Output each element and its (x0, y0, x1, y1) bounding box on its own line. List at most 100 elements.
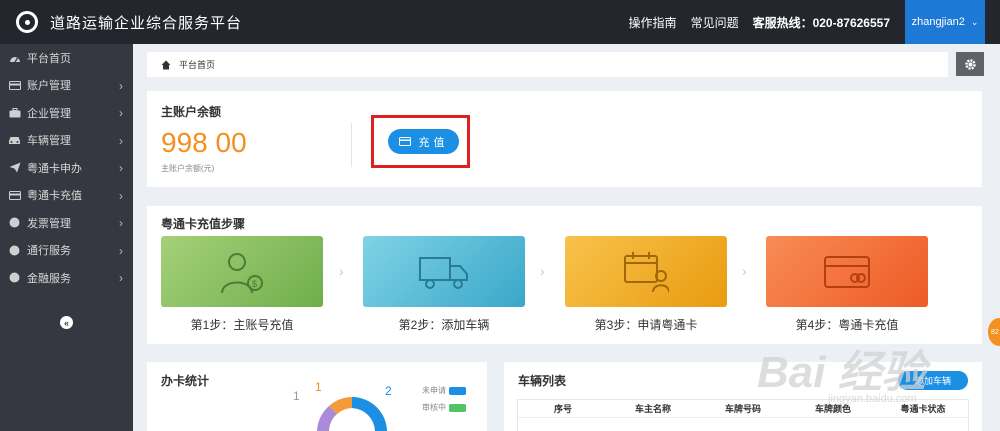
column-header: 序号 (553, 404, 572, 414)
sidebar-item-account[interactable]: 账户管理 › (0, 72, 133, 100)
stats-donut (317, 397, 387, 431)
vehicles-title: 车辆列表 (518, 374, 567, 388)
hotline: 客服热线：020-87626557 (752, 15, 890, 30)
legend-item: 审核中 (422, 402, 466, 413)
sidebar-item-home[interactable]: 平台首页 (0, 44, 133, 72)
briefcase-icon (8, 107, 21, 118)
sidebar-item-label: 账户管理 (27, 80, 71, 93)
sidebar-item-label: 通行服务 (27, 245, 71, 258)
legend-label: 审核中 (422, 403, 446, 412)
float-badge[interactable]: 82 (988, 318, 1000, 346)
person-money-icon: $ (221, 252, 263, 293)
table-header: 序号 车主名称 车牌号码 车牌颜色 粤通卡状态 (518, 400, 968, 418)
donut-label: 1 (293, 389, 300, 403)
step-2-card[interactable] (363, 236, 525, 307)
legend-label: 未申请 (422, 386, 446, 395)
gear-icon (964, 58, 976, 70)
username: zhangjian2 (911, 16, 965, 28)
dashboard-icon (8, 52, 21, 63)
sidebar-item-traffic[interactable]: 通行服务 › (0, 237, 133, 265)
add-vehicle-button[interactable]: 添加车辆 (898, 371, 968, 390)
sidebar: 平台首页 账户管理 › 企业管理 › 车辆管理 › 粤通卡申办 › 粤通卡充值 … (0, 44, 133, 431)
svg-text:$: $ (252, 279, 257, 289)
column-header: 车牌颜色 (814, 404, 851, 414)
sidebar-item-vehicles[interactable]: 车辆管理 › (0, 127, 133, 155)
balance-title: 主账户余额 (161, 105, 222, 119)
user-menu[interactable]: zhangjian2 ⌄ (905, 0, 985, 44)
step-3-card[interactable] (565, 236, 727, 307)
step-1-card[interactable]: $ (161, 236, 323, 307)
faq-link[interactable]: 常见问题 (691, 14, 739, 31)
column-header: 粤通卡状态 (900, 404, 946, 414)
steps-title: 粤通卡充值步骤 (161, 217, 246, 231)
vehicle-table: 序号 车主名称 车牌号码 车牌颜色 粤通卡状态 (517, 399, 969, 431)
legend-swatch (449, 403, 466, 412)
divider (351, 123, 352, 167)
chevron-right-icon: › (119, 78, 123, 93)
circle-icon (8, 217, 21, 228)
chevron-right-icon: › (119, 106, 123, 120)
breadcrumb-item[interactable]: 平台首页 (179, 58, 215, 71)
chevron-right-icon: › (119, 161, 123, 175)
sidebar-item-label: 企业管理 (27, 107, 71, 120)
send-icon (8, 162, 21, 173)
chevron-right-icon: › (119, 133, 123, 148)
guide-link[interactable]: 操作指南 (629, 14, 677, 31)
step-4-card[interactable] (766, 236, 928, 307)
top-links: 操作指南 常见问题 客服热线：020-87626557 (615, 0, 890, 44)
collapse-sidebar-button[interactable]: « (60, 316, 73, 329)
bank-card-icon (824, 255, 870, 288)
donut-label: 2 (385, 384, 392, 398)
balance-label: 主账户余额(元) (161, 164, 215, 173)
card-icon (8, 80, 21, 91)
step-4-label: 第4步：粤通卡充值 (795, 318, 899, 332)
sidebar-item-invoice[interactable]: 发票管理 › (0, 209, 133, 237)
chevron-right-icon: › (339, 263, 344, 279)
recharge-button-label: 充值 (418, 136, 449, 149)
legend-item: 未申请 (422, 385, 466, 396)
card-stats: 办卡统计 1 1 2 未申请 审核中 (147, 362, 487, 431)
app-title: 道路运输企业综合服务平台 (50, 14, 243, 32)
step-3-label: 第3步：申请粤通卡 (594, 318, 698, 332)
sidebar-item-label: 发票管理 (27, 217, 71, 230)
step-1-label: 第1步：主账号充值 (190, 318, 294, 332)
step-2-label: 第2步：添加车辆 (398, 318, 490, 332)
chevron-down-icon: ⌄ (970, 16, 979, 27)
circle-icon (8, 272, 21, 283)
top-bar: 道路运输企业综合服务平台 操作指南 常见问题 客服热线：020-87626557… (0, 0, 1000, 44)
sidebar-item-company[interactable]: 企业管理 › (0, 99, 133, 127)
settings-button[interactable] (956, 52, 984, 76)
column-header: 车牌号码 (724, 404, 761, 414)
circle-icon (8, 245, 21, 256)
chevron-right-icon: › (540, 263, 545, 279)
balance-card: 主账户余额 998 00 主账户余额(元) 充值 (147, 91, 982, 187)
card-icon (398, 137, 411, 146)
logo-icon (16, 11, 38, 33)
chevron-right-icon: › (119, 216, 123, 230)
home-icon (161, 60, 171, 69)
sidebar-item-label: 金融服务 (27, 272, 71, 285)
sidebar-item-finance[interactable]: 金融服务 › (0, 264, 133, 292)
balance-value: 998 00 (161, 127, 247, 158)
sidebar-item-card-recharge[interactable]: 粤通卡充值 › (0, 182, 133, 210)
card-icon (8, 190, 21, 201)
sidebar-item-label: 粤通卡申办 (27, 162, 82, 175)
chevron-right-icon: › (742, 263, 747, 279)
sidebar-item-label: 粤通卡充值 (27, 190, 82, 203)
sidebar-item-label: 平台首页 (27, 52, 71, 65)
chevron-right-icon: › (119, 243, 123, 258)
card-vehicles: 车辆列表 添加车辆 序号 车主名称 车牌号码 车牌颜色 粤通卡状态 (504, 362, 982, 431)
legend-swatch (449, 386, 466, 395)
car-icon (8, 135, 21, 146)
sidebar-item-label: 车辆管理 (27, 135, 71, 148)
donut-label: 1 (315, 380, 322, 394)
breadcrumb: 平台首页 (147, 52, 948, 77)
sidebar-item-card-apply[interactable]: 粤通卡申办 › (0, 154, 133, 182)
calendar-person-icon (624, 251, 669, 292)
chevron-right-icon: › (119, 271, 123, 285)
chevron-right-icon: › (119, 188, 123, 203)
stats-title: 办卡统计 (161, 374, 210, 388)
steps-card: 粤通卡充值步骤 $ 第1步：主账号充值 › 第2步：添加车辆 › 第3步：申请粤… (147, 206, 982, 344)
recharge-button[interactable]: 充值 (388, 129, 459, 154)
column-header: 车主名称 (634, 404, 671, 414)
